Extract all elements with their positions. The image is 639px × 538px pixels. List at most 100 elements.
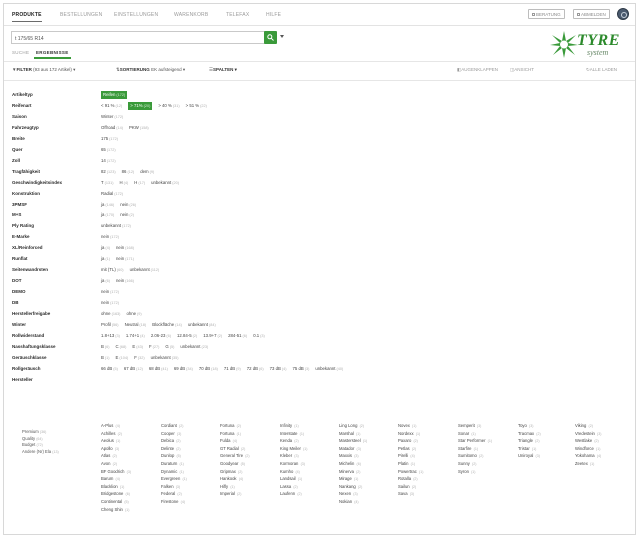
filter-chip[interactable]: > 40 %(31) <box>158 102 179 110</box>
search-button[interactable] <box>264 31 277 44</box>
manufacturer-item[interactable]: Cordiant (2) <box>161 423 221 431</box>
manufacturer-item[interactable]: Laufenn (2) <box>280 491 340 499</box>
manufacturer-item[interactable]: Kenda (2) <box>280 438 340 446</box>
filter-chip[interactable]: 12.84-5(2) <box>177 332 197 340</box>
manufacturer-item[interactable]: Cooper (3) <box>161 431 221 439</box>
manufacturer-item[interactable]: Vredestein (3) <box>575 431 635 439</box>
manufacturer-item[interactable]: Sava (3) <box>398 491 458 499</box>
filter-chip[interactable]: unbekannt(112) <box>130 266 160 274</box>
manufacturer-item[interactable]: Star Performer (1) <box>458 438 518 446</box>
manufacturer-item[interactable]: GT Radial (2) <box>220 446 280 454</box>
filter-chip[interactable]: 82(123) <box>101 168 116 176</box>
manufacturer-item[interactable]: Tracmax (2) <box>518 431 578 439</box>
manufacturer-item[interactable]: Ling Long (2) <box>339 423 399 431</box>
manufacturer-item[interactable]: Nexen (3) <box>339 491 399 499</box>
abmelden-button[interactable]: ABMELDEN <box>573 9 610 19</box>
filter-chip[interactable]: 13.9+7(2) <box>203 332 222 340</box>
filter-chip[interactable]: Neutral(18) <box>125 321 147 329</box>
manufacturer-item[interactable]: Fulda (4) <box>220 438 280 446</box>
manufacturer-item[interactable]: Falken (3) <box>161 484 221 492</box>
filter-chip[interactable]: nein(172) <box>101 288 119 296</box>
filter-chip[interactable]: nein(166) <box>116 277 134 285</box>
filter-chip[interactable]: 284-51(6) <box>228 332 247 340</box>
filter-chip[interactable]: 2.06-23(6) <box>151 332 171 340</box>
columns-dropdown[interactable]: ☰SPALTEN ▾ <box>209 67 237 73</box>
manufacturer-item[interactable]: Dunlop (5) <box>161 453 221 461</box>
manufacturer-item[interactable]: Evergreen (1) <box>161 476 221 484</box>
manufacturer-item[interactable]: Petlas (2) <box>398 446 458 454</box>
filter-chip[interactable]: 1.8+13(3) <box>101 332 120 340</box>
manufacturer-item[interactable]: Interstate (1) <box>280 431 340 439</box>
filter-chip[interactable]: ja(6) <box>101 277 110 285</box>
manufacturer-item[interactable]: Cheng Shin (1) <box>101 507 161 515</box>
manufacturer-item[interactable]: Blacklion (1) <box>101 484 161 492</box>
manufacturer-item[interactable]: Bridgestone (6) <box>101 491 161 499</box>
manufacturer-item[interactable]: Starfire (1) <box>458 446 518 454</box>
manufacturer-item[interactable]: Matador (3) <box>339 446 399 454</box>
filter-chip[interactable]: ja(146) <box>101 201 114 209</box>
manufacturer-item[interactable]: Sailun (2) <box>398 484 458 492</box>
filter-chip[interactable]: B(6) <box>101 343 110 351</box>
manufacturer-item[interactable]: King Meiler (1) <box>280 446 340 454</box>
manufacturer-item[interactable]: Toyo (3) <box>518 423 578 431</box>
filter-chip[interactable]: 14(172) <box>101 157 116 165</box>
manufacturer-item[interactable]: Imperial (2) <box>220 491 280 499</box>
manufacturer-item[interactable]: Rotalla (2) <box>398 476 458 484</box>
filter-chip[interactable]: Profil(56) <box>101 321 119 329</box>
filter-chip-selected[interactable]: Reifen(172) <box>101 91 128 99</box>
manufacturer-item[interactable]: Kormoran (3) <box>280 461 340 469</box>
manufacturer-item[interactable]: Sumitomo (2) <box>458 453 518 461</box>
filter-chip[interactable]: H(4) <box>120 179 129 187</box>
manufacturer-item[interactable]: Paxaro (2) <box>398 438 458 446</box>
filter-chip[interactable]: 72 dB(6) <box>247 365 264 373</box>
manufacturer-item[interactable]: Yokohama (4) <box>575 453 635 461</box>
ansicht-toggle[interactable]: ◫ANSICHT <box>510 67 534 73</box>
filter-chip[interactable]: 65(172) <box>101 146 116 154</box>
filter-chip[interactable]: unbekannt(20) <box>151 179 179 187</box>
manufacturer-item[interactable]: Avon (2) <box>101 461 161 469</box>
manufacturer-item[interactable]: Kleber (3) <box>280 453 340 461</box>
manufacturer-item[interactable]: Debica (2) <box>161 438 221 446</box>
filter-chip[interactable]: unbekannt(84) <box>188 321 216 329</box>
filter-chip[interactable]: E(43) <box>132 343 143 351</box>
manufacturer-item[interactable]: Novex (1) <box>398 423 458 431</box>
filter-chip[interactable]: 86(12) <box>122 168 135 176</box>
manufacturer-item[interactable]: Hankook (4) <box>220 476 280 484</box>
filter-chip[interactable]: ohne(163) <box>101 310 120 318</box>
manufacturer-item[interactable]: Gripmax (2) <box>220 469 280 477</box>
sort-dropdown[interactable]: ⇅SORTIERUNG EK aufsteigend ▾ <box>116 67 185 73</box>
filter-chip[interactable]: 71 dB(9) <box>224 365 241 373</box>
filter-chip[interactable]: 66 dB(5) <box>101 365 118 373</box>
manufacturer-item[interactable]: Uniroyal (3) <box>518 453 578 461</box>
filter-chip[interactable]: < 91 %(12) <box>101 102 122 110</box>
manufacturer-item[interactable]: Sunny (2) <box>458 461 518 469</box>
filter-chip[interactable]: unbekannt(23) <box>180 343 208 351</box>
filter-chip[interactable]: 75 dB(3) <box>293 365 310 373</box>
filter-chip-selected[interactable]: > 71%(20) <box>128 101 153 110</box>
manufacturer-item[interactable]: Syron (1) <box>458 469 518 477</box>
filter-chip[interactable]: 175(172) <box>101 135 118 143</box>
filter-chip[interactable]: nein(2) <box>120 211 134 219</box>
filter-chip[interactable]: 68 dB(41) <box>149 365 168 373</box>
filter-chip[interactable]: ohne(9) <box>126 310 141 318</box>
manufacturer-item[interactable]: Landsail (1) <box>280 476 340 484</box>
user-avatar[interactable] <box>617 8 629 20</box>
manufacturer-item[interactable]: Continental (5) <box>101 499 161 507</box>
manufacturer-item[interactable]: Viking (2) <box>575 423 635 431</box>
filter-chip[interactable]: 70 dB(18) <box>199 365 218 373</box>
filter-chip[interactable]: E(104) <box>116 354 129 362</box>
manufacturer-item[interactable]: Windforce (1) <box>575 446 635 454</box>
filter-chip[interactable]: unbekannt(172) <box>101 222 131 230</box>
filter-chip[interactable]: nein(172) <box>101 299 119 307</box>
manufacturer-item[interactable]: Fortuna (2) <box>220 423 280 431</box>
filter-chip[interactable]: 1.74+1(4) <box>126 332 145 340</box>
nav-telefax[interactable]: TELEFAX <box>226 12 249 18</box>
filter-chip[interactable]: F(32) <box>134 354 144 362</box>
nav-hilfe[interactable]: HILFE <box>266 12 281 18</box>
manufacturer-item[interactable]: Mastersteel (1) <box>339 438 399 446</box>
manufacturer-item[interactable]: Goodyear (5) <box>220 461 280 469</box>
manufacturer-item[interactable]: Infinity (1) <box>280 423 340 431</box>
nav-einstellungen[interactable]: EINSTELLUNGEN <box>114 12 158 18</box>
manufacturer-item[interactable]: Barum (4) <box>101 476 161 484</box>
filter-chip[interactable]: C(68) <box>116 343 127 351</box>
